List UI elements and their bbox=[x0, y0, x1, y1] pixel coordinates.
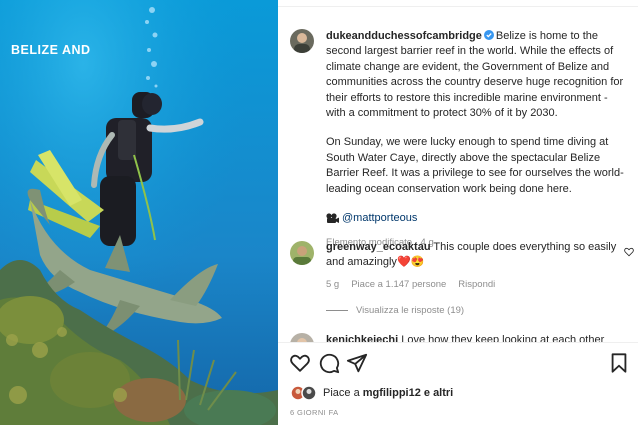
commenter-avatar-2[interactable] bbox=[290, 333, 314, 342]
like-heart-icon[interactable] bbox=[289, 352, 311, 374]
liked-by-prefix: Piace a bbox=[323, 387, 360, 399]
comment-time[interactable]: 5 g bbox=[326, 279, 339, 290]
post-detail-panel: dukeandduchessofcambridge Belize is home … bbox=[278, 0, 638, 426]
commenter-avatar[interactable] bbox=[290, 241, 314, 265]
comment-item: greenway_ecoaktau This couple does every… bbox=[326, 240, 626, 271]
replies-divider-line bbox=[326, 310, 348, 311]
comment-username-2[interactable]: kenichkeiechi bbox=[326, 334, 398, 342]
liked-by-suffix[interactable]: e altri bbox=[424, 387, 453, 399]
author-username[interactable]: dukeandduchessofcambridge bbox=[326, 30, 482, 42]
comment-meta: 5 g Piace a 1.147 persone Rispondi bbox=[326, 279, 495, 290]
author-avatar-image bbox=[290, 29, 314, 53]
save-bookmark-icon[interactable] bbox=[608, 352, 630, 374]
share-send-icon[interactable] bbox=[346, 352, 368, 374]
commenter-avatar-2-image bbox=[290, 333, 314, 342]
post-date[interactable]: 6 GIORNI FA bbox=[290, 408, 339, 417]
credit-mention-link[interactable]: @mattporteous bbox=[342, 211, 417, 226]
comment-reply-button[interactable]: Rispondi bbox=[458, 279, 495, 290]
comments-scroll-area[interactable]: dukeandduchessofcambridge Belize is home … bbox=[278, 7, 638, 342]
commenter-avatar-image bbox=[290, 241, 314, 265]
photo-credit: @mattporteous bbox=[326, 211, 628, 226]
video-camera-icon bbox=[326, 213, 339, 224]
comment-emoji: ❤️😍 bbox=[396, 256, 425, 269]
comment-item-2: kenichkeiechi Love how they keep looking… bbox=[326, 333, 626, 342]
action-bar: Piace a mgfilippi12 e altri 6 GIORNI FA bbox=[278, 342, 638, 426]
comment-likes-count[interactable]: Piace a 1.147 persone bbox=[351, 279, 446, 290]
caption-paragraph-2: On Sunday, we were lucky enough to spend… bbox=[326, 136, 624, 195]
verified-badge-icon bbox=[483, 30, 494, 40]
header-divider bbox=[278, 0, 638, 7]
post-photo[interactable]: BELIZE AND bbox=[0, 0, 278, 425]
comment-text-2: Love how they keep looking at each other bbox=[401, 334, 605, 342]
author-avatar[interactable] bbox=[290, 29, 314, 53]
underwater-scene bbox=[0, 0, 278, 425]
view-replies-button[interactable]: Visualizza le risposte (19) bbox=[326, 305, 464, 316]
liked-by-summary[interactable]: Piace a mgfilippi12 e altri bbox=[290, 385, 453, 401]
comment-bubble-icon[interactable] bbox=[318, 352, 340, 374]
comment-username[interactable]: greenway_ecoaktau bbox=[326, 241, 431, 253]
post-caption: dukeandduchessofcambridge Belize is home … bbox=[326, 29, 628, 251]
view-replies-label: Visualizza le risposte (19) bbox=[356, 305, 465, 316]
liked-by-avatars bbox=[290, 385, 317, 401]
liked-by-user[interactable]: mgfilippi12 bbox=[363, 387, 421, 399]
photo-overlay-text: BELIZE AND bbox=[11, 43, 91, 57]
caption-paragraph-1: Belize is home to the second largest bar… bbox=[326, 30, 624, 120]
comment-like-heart-icon[interactable] bbox=[624, 247, 634, 257]
